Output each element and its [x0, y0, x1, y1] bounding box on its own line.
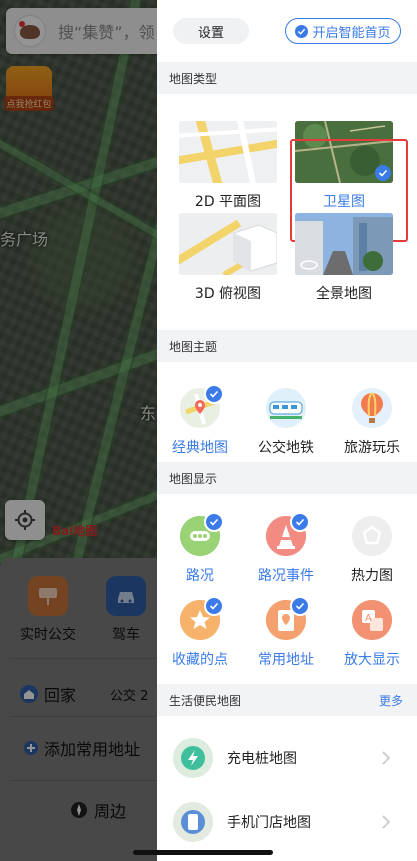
map-type-label: 2D 平面图	[194, 194, 262, 210]
more-link[interactable]: 更多	[379, 692, 403, 709]
check-circle-icon	[295, 24, 309, 38]
map-2d-thumbnail	[179, 121, 277, 183]
display-frequent-addresses[interactable]: 常用地址	[251, 596, 321, 669]
chevron-right-icon	[382, 815, 391, 829]
display-traffic[interactable]: 路况	[165, 512, 235, 585]
check-icon	[290, 512, 310, 532]
display-favorites[interactable]: 收藏的点	[165, 596, 235, 669]
display-heatmap[interactable]: 热力图	[337, 516, 407, 585]
theme-label: 旅游玩乐	[344, 440, 400, 456]
balloon-icon	[352, 388, 392, 428]
heatmap-icon	[352, 516, 392, 556]
theme-travel[interactable]: 旅游玩乐	[337, 388, 407, 457]
theme-label: 经典地图	[172, 440, 228, 456]
map-display-grid: 路况 路况事件 热力图 收藏的点 常用地址 A 放大显示	[157, 494, 417, 684]
panel-header: 设置 开启智能首页	[157, 0, 417, 62]
map-type-2d[interactable]: 2D 平面图	[179, 121, 277, 211]
check-icon	[204, 596, 224, 616]
section-title: 地图主题	[169, 339, 218, 354]
life-item-charging[interactable]: 充电桩地图	[157, 728, 417, 788]
check-icon	[204, 384, 224, 404]
home-indicator[interactable]	[133, 850, 273, 855]
section-header-map-display: 地图显示	[157, 462, 417, 494]
enlarge-text-icon: A	[352, 600, 392, 640]
map-type-3d[interactable]: 3D 俯视图	[179, 213, 277, 303]
display-label: 放大显示	[344, 652, 400, 668]
map-type-panorama[interactable]: 全景地图	[295, 213, 393, 303]
map-type-label: 全景地图	[316, 286, 372, 302]
svg-text:A: A	[365, 613, 372, 624]
phone-store-icon	[173, 802, 213, 842]
map-3d-thumbnail	[179, 213, 277, 275]
life-item-label: 充电桩地图	[227, 751, 297, 767]
transit-map-icon	[266, 388, 306, 428]
display-enlarge[interactable]: A 放大显示	[337, 600, 407, 669]
chevron-right-icon	[382, 751, 391, 765]
display-label: 路况事件	[258, 568, 314, 584]
traffic-icon	[180, 512, 224, 556]
life-item-phone-store[interactable]: 手机门店地图	[157, 792, 417, 852]
map-layers-panel: 设置 开启智能首页 地图类型 2D 平面图 卫星图 3D 俯视图 全景地图 地图…	[157, 0, 417, 861]
check-icon	[290, 596, 310, 616]
classic-map-icon	[180, 384, 224, 428]
section-title: 地图显示	[169, 471, 218, 486]
map-type-label: 3D 俯视图	[194, 286, 262, 302]
display-label: 常用地址	[258, 652, 314, 668]
traffic-cone-icon	[266, 512, 310, 556]
display-label: 热力图	[351, 568, 393, 584]
theme-classic[interactable]: 经典地图	[165, 384, 235, 457]
life-item-label: 手机门店地图	[227, 815, 311, 831]
smart-home-button[interactable]: 开启智能首页	[285, 18, 401, 44]
charging-station-icon	[173, 738, 213, 778]
settings-button[interactable]: 设置	[173, 18, 249, 44]
map-theme-grid: 经典地图 公交地铁 旅游玩乐	[157, 362, 417, 462]
section-header-map-theme: 地图主题	[157, 330, 417, 362]
map-panorama-thumbnail	[295, 213, 393, 275]
display-traffic-events[interactable]: 路况事件	[251, 512, 321, 585]
display-label: 路况	[186, 568, 214, 584]
theme-label: 公交地铁	[258, 440, 314, 456]
check-icon	[204, 512, 224, 532]
display-label: 收藏的点	[172, 652, 228, 668]
section-title: 地图类型	[169, 71, 218, 86]
section-header-map-type: 地图类型	[157, 62, 417, 94]
address-book-icon	[266, 596, 310, 640]
star-icon	[180, 596, 224, 640]
smart-home-label: 开启智能首页	[312, 25, 391, 41]
section-title: 生活便民地图	[169, 693, 242, 708]
theme-transit[interactable]: 公交地铁	[251, 388, 321, 457]
section-header-life-map: 生活便民地图 更多	[157, 684, 417, 716]
map-type-grid: 2D 平面图 卫星图 3D 俯视图 全景地图	[157, 94, 417, 330]
